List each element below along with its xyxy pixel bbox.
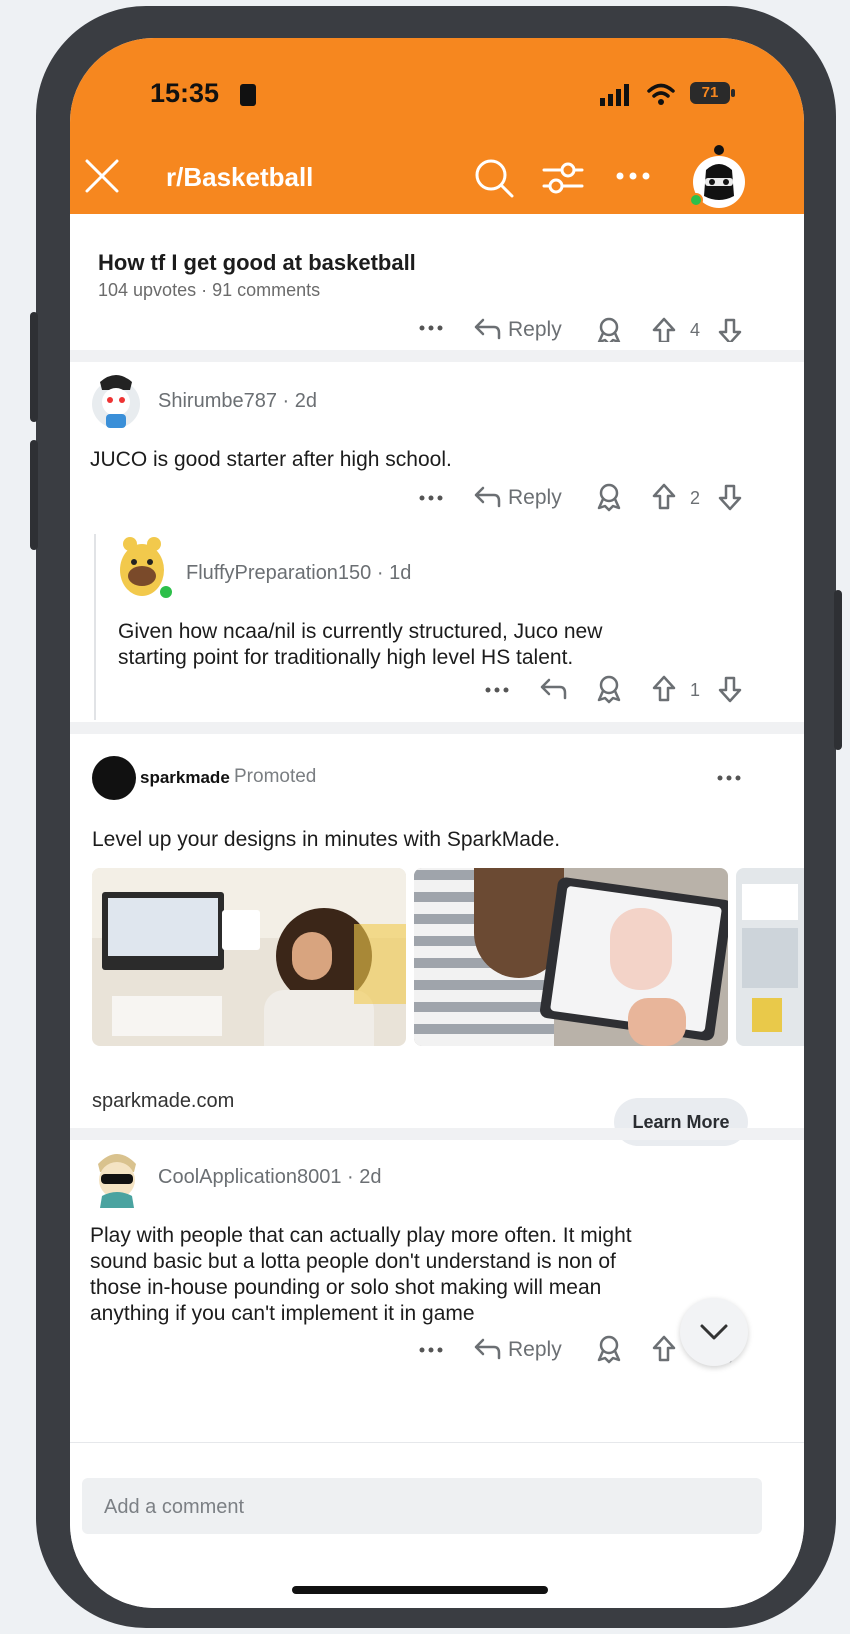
- home-indicator: [292, 1586, 548, 1594]
- more-icon[interactable]: [716, 774, 742, 782]
- reply-label[interactable]: Reply: [508, 486, 562, 510]
- vote-count: 4: [690, 320, 701, 340]
- close-icon[interactable]: [82, 156, 122, 196]
- more-icon[interactable]: [484, 686, 510, 694]
- comment: CoolApplication8001 · 2d Play with peopl…: [70, 1140, 804, 1432]
- ad-image[interactable]: [92, 868, 406, 1046]
- more-icon[interactable]: [614, 170, 654, 182]
- award-icon[interactable]: [594, 674, 624, 704]
- downvote-icon[interactable]: [716, 316, 744, 342]
- vote-count: 2: [690, 488, 701, 508]
- more-icon[interactable]: [418, 494, 444, 502]
- reply-icon[interactable]: [472, 1334, 502, 1362]
- battery-tip: [731, 89, 735, 97]
- divider: [70, 722, 804, 734]
- sim-icon: [240, 84, 256, 106]
- comment-text-line: sound basic but a lotta people don't und…: [90, 1250, 616, 1273]
- promoted-label: Promoted: [234, 766, 317, 787]
- upvote-icon[interactable]: [650, 316, 678, 342]
- screen: 15:35 71 r/Basketball How tf I get good …: [70, 38, 804, 1608]
- divider: [70, 350, 804, 362]
- comment: Shirumbe787 · 2d JUCO is good starter af…: [70, 362, 804, 722]
- wifi-icon: [647, 83, 675, 105]
- reply-text-line: Given how ncaa/nil is currently structur…: [118, 620, 603, 643]
- battery-level: 71: [701, 84, 719, 101]
- reply-icon[interactable]: [472, 482, 502, 510]
- chevron-down-icon: [700, 1324, 728, 1340]
- comment-text-line: Play with people that can actually play …: [90, 1224, 632, 1247]
- user-avatar[interactable]: [88, 1144, 146, 1210]
- reply-label[interactable]: Reply: [508, 1338, 562, 1362]
- comment-username[interactable]: CoolApplication8001 · 2d: [158, 1166, 382, 1189]
- upvote-icon[interactable]: [650, 1334, 678, 1364]
- award-icon[interactable]: [594, 1334, 624, 1364]
- avatar[interactable]: [688, 144, 750, 210]
- reply-icon[interactable]: [472, 314, 502, 342]
- header-area: 15:35 71 r/Basketball: [70, 38, 804, 214]
- add-comment-input[interactable]: Add a comment: [82, 1478, 762, 1534]
- vote-count: 1: [690, 680, 701, 700]
- award-icon[interactable]: [594, 482, 624, 512]
- status-bar: 15:35 71: [70, 38, 804, 142]
- reply-username[interactable]: FluffyPreparation150 · 1d: [186, 562, 411, 585]
- comment-text: JUCO is good starter after high school.: [90, 448, 452, 471]
- advertiser-logo[interactable]: [92, 756, 136, 800]
- status-time: 15:35: [150, 78, 220, 108]
- reply-icon[interactable]: [538, 674, 568, 702]
- advertiser-name[interactable]: sparkmade: [140, 768, 230, 788]
- thread-line: [94, 534, 96, 720]
- signal-icon: [600, 84, 629, 106]
- upvote-icon[interactable]: [650, 674, 678, 704]
- user-avatar[interactable]: [88, 368, 144, 430]
- battery-icon: 71: [690, 82, 730, 104]
- award-icon[interactable]: [594, 316, 624, 342]
- comment-text-line: anything if you can't implement it in ga…: [90, 1302, 475, 1325]
- ad-image[interactable]: [736, 868, 804, 1046]
- downvote-icon[interactable]: [716, 482, 744, 512]
- comment-username[interactable]: Shirumbe787 · 2d: [158, 390, 317, 413]
- phone-power-button: [834, 590, 842, 750]
- more-icon[interactable]: [418, 1346, 444, 1354]
- upvote-icon[interactable]: [650, 482, 678, 512]
- promoted-ad: sparkmade Promoted Level up your designs…: [70, 734, 804, 1128]
- nav-bar: r/Basketball: [70, 142, 804, 214]
- search-icon[interactable]: [472, 156, 516, 200]
- phone-side-button: [30, 312, 38, 422]
- divider: [70, 1128, 804, 1140]
- more-icon[interactable]: [418, 324, 444, 332]
- ad-image[interactable]: [414, 868, 728, 1046]
- subreddit-title[interactable]: r/Basketball: [166, 162, 313, 193]
- downvote-icon[interactable]: [716, 674, 744, 704]
- post-stats: 104 upvotes · 91 comments: [98, 280, 321, 300]
- ad-domain[interactable]: sparkmade.com: [92, 1090, 234, 1113]
- filter-icon[interactable]: [540, 156, 586, 200]
- comment-text-line: those in-house pounding or solo shot mak…: [90, 1276, 602, 1299]
- user-avatar[interactable]: [116, 532, 174, 600]
- phone-side-button: [30, 440, 38, 550]
- scroll-down-button[interactable]: [680, 1298, 748, 1366]
- post-header: How tf I get good at basketball 104 upvo…: [70, 214, 804, 314]
- partial-action-row: Reply 4: [70, 312, 804, 342]
- reply-label[interactable]: Reply: [508, 318, 562, 342]
- post-title[interactable]: How tf I get good at basketball: [98, 250, 416, 276]
- ad-text: Level up your designs in minutes with Sp…: [92, 828, 561, 851]
- comment-placeholder: Add a comment: [104, 1496, 245, 1518]
- reply-text-line: starting point for traditionally high le…: [118, 646, 574, 669]
